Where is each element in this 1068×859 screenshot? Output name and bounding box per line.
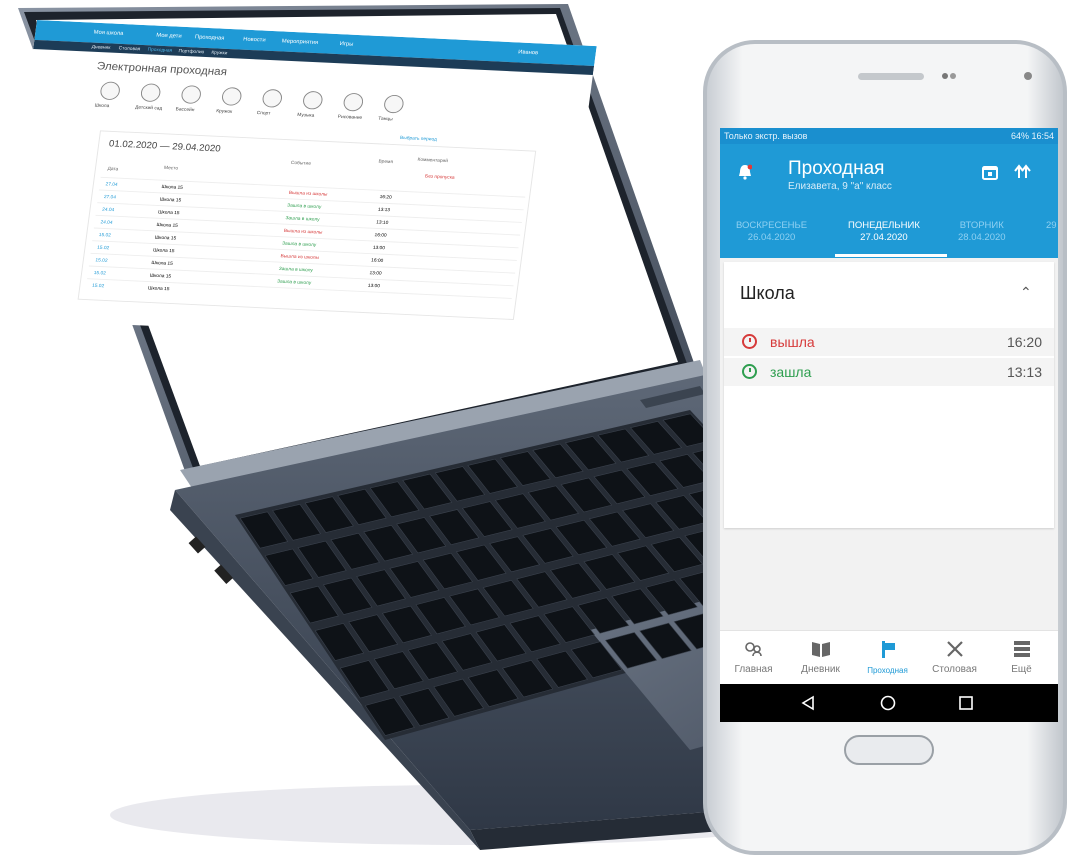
people-icon[interactable] — [1012, 162, 1032, 180]
tab-indicator — [835, 254, 947, 257]
system-nav-bar — [720, 684, 1058, 722]
app-header: Проходная Елизавета, 9 "а" класс ВОСКРЕС… — [720, 144, 1058, 258]
calendar-icon[interactable] — [982, 164, 998, 180]
bell-icon[interactable] — [738, 164, 752, 180]
tab-day[interactable]: ВТОРНИК 28.04.2020 — [958, 220, 1006, 244]
school-section: Школа ⌃ вышла 16:20 зашла 13:13 — [724, 262, 1054, 528]
status-battery-time: 64% 16:54 — [1010, 131, 1054, 141]
nav-item-turnstile[interactable]: Проходная — [854, 631, 921, 685]
home-button-icon[interactable] — [880, 695, 896, 711]
turnstile-icon — [882, 641, 895, 658]
event-row: зашла 13:13 — [724, 358, 1054, 386]
recents-icon[interactable] — [958, 695, 974, 711]
tab-day-active[interactable]: ПОНЕДЕЛЬНИК 27.04.2020 — [848, 220, 920, 244]
phone-screen: Только экстр. вызов 64% 16:54 Проходная … — [720, 128, 1058, 722]
home-icon — [745, 642, 762, 657]
status-bar: Только экстр. вызов 64% 16:54 — [720, 128, 1058, 144]
nav-item-canteen[interactable]: Столовая — [921, 631, 988, 685]
event-label: вышла — [770, 334, 815, 350]
status-carrier: Только экстр. вызов — [724, 131, 808, 141]
nav-item-home[interactable]: Главная — [720, 631, 787, 685]
clock-icon — [742, 334, 757, 349]
event-time: 16:20 — [1006, 334, 1042, 350]
cutlery-icon — [947, 641, 963, 657]
nav-item-diary[interactable]: Дневник — [787, 631, 854, 685]
tab-day[interactable]: ВОСКРЕСЕНЬЕ 26.04.2020 — [736, 220, 807, 244]
chevron-up-icon[interactable]: ⌃ — [1020, 284, 1032, 301]
nav-item-more[interactable]: Ещё — [988, 631, 1055, 685]
book-icon — [812, 642, 830, 657]
event-label: зашла — [770, 364, 812, 380]
menu-icon — [1014, 641, 1030, 657]
tab-day[interactable]: 29 — [1046, 220, 1057, 232]
screen-title: Проходная — [788, 158, 885, 179]
event-time: 13:13 — [1006, 364, 1042, 380]
bottom-nav: Главная Дневник Проходная Столовая Ещё — [720, 630, 1058, 685]
event-row: вышла 16:20 — [724, 328, 1054, 356]
section-title: Школа — [740, 283, 795, 303]
back-icon[interactable] — [800, 695, 816, 711]
student-name: Елизавета, 9 "а" класс — [788, 181, 892, 192]
clock-icon — [742, 364, 757, 379]
